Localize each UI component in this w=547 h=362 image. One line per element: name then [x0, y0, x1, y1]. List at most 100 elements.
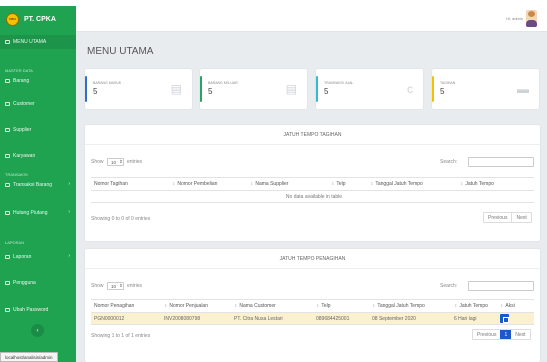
sidebar-item-label: Hutang Piutang: [13, 210, 48, 216]
user-name: Hi, admin: [506, 16, 523, 21]
panel-jatuh-tempo-penagihan: JATUH TEMPO PENAGIHAN Show 10 ⇕ entries S…: [85, 249, 540, 362]
chevron-right-icon: ›: [68, 209, 70, 215]
truck-icon: [5, 128, 10, 132]
archive-icon: ▤: [285, 82, 297, 96]
table-header-row: Nomor Penagihan ⇕ Nomor Penjualan ⇕ Nama C…: [91, 299, 534, 313]
col-tanggal-jatuh-tempo[interactable]: ⇕ Tanggal Jatuh Tempo: [369, 299, 451, 313]
sidebar-section-master: MASTER DATA: [5, 68, 33, 73]
home-icon: [5, 40, 10, 44]
col-jatuh-tempo[interactable]: ⇕ Jatuh Tempo: [451, 299, 497, 313]
search-input[interactable]: [468, 281, 534, 291]
next-page-button[interactable]: Next: [511, 330, 529, 339]
cell-nomor-penagihan: PGN0000012: [91, 312, 161, 325]
card-barang-keluar: BARANG KELUAR 5 ▤: [200, 69, 307, 109]
sidebar-item-hutang-piutang[interactable]: Hutang Piutang ›: [0, 206, 76, 220]
entries-select[interactable]: 10 ⇕: [107, 158, 124, 166]
edit-icon[interactable]: [500, 314, 509, 323]
chevron-left-icon: ‹: [36, 327, 39, 334]
sidebar-item-pengguna[interactable]: Pengguna: [0, 276, 76, 290]
sidebar-section-laporan: LAPORAN: [5, 240, 25, 245]
col-nomor-penagihan[interactable]: Nomor Penagihan: [91, 299, 161, 313]
table-info: Showing 1 to 1 of 1 entries: [91, 333, 151, 339]
archive-icon: ▤: [170, 82, 182, 96]
col-nama-supplier[interactable]: ⇕ Nama Supplier: [247, 177, 328, 191]
sidebar-item-customer[interactable]: Customer: [0, 97, 76, 111]
sort-icon: ⇕: [250, 181, 254, 186]
sidebar-item-supplier[interactable]: Supplier: [0, 123, 76, 137]
card-value: 5: [440, 87, 445, 96]
chevron-down-icon: ⇕: [119, 159, 123, 164]
penagihan-table: Nomor Penagihan ⇕ Nomor Penjualan ⇕ Nama C…: [91, 299, 534, 325]
brand-logo: CPKA: [6, 12, 19, 26]
avatar[interactable]: [526, 10, 537, 27]
brand[interactable]: CPKA PT. CPKA: [0, 6, 76, 32]
card-label: BARANG KELUAR: [208, 81, 238, 85]
card-value: 5: [93, 87, 98, 96]
entries-label: entries: [127, 159, 143, 165]
sidebar-item-label: Karyawan: [13, 153, 36, 159]
sidebar-toggle-button[interactable]: ‹: [31, 324, 44, 337]
col-telp[interactable]: ⇕ Telp: [313, 299, 369, 313]
sort-icon: ⇕: [234, 303, 238, 308]
col-aksi[interactable]: ⇕ Aksi: [497, 299, 534, 313]
show-label: Show: [91, 159, 104, 165]
sidebar-item-label: Barang: [13, 78, 30, 84]
cell-nomor-penjualan: INV2008080798: [161, 312, 231, 325]
sidebar-item-transaksi-barang[interactable]: Transaksi Barang ›: [0, 178, 76, 192]
page-1-button[interactable]: 1: [500, 330, 512, 339]
money-icon: [5, 211, 10, 215]
sort-icon: ⇕: [370, 181, 374, 186]
sidebar-item-label: Transaksi Barang: [13, 182, 52, 188]
col-tanggal-jatuh-tempo[interactable]: ⇕ Tanggal Jatuh Tempo: [367, 177, 457, 191]
sidebar-item-label: Laporan: [13, 254, 32, 260]
table-header-row: Nomor Tagihan ⇕ Nomor Pembelian ⇕ Nama Sup…: [91, 177, 534, 191]
cell-tanggal-jatuh-tempo: 08 September 2020: [369, 312, 451, 325]
sort-icon: ⇕: [316, 303, 320, 308]
col-nomor-penjualan[interactable]: ⇕ Nomor Penjualan: [161, 299, 231, 313]
panel-jatuh-tempo-tagihan: JATUH TEMPO TAGIHAN Show 10 ⇕ entries Sea…: [85, 125, 540, 241]
col-jatuh-tempo[interactable]: ⇕ Jatuh Tempo: [457, 177, 534, 191]
prev-page-button[interactable]: Previous: [484, 213, 511, 222]
card-accent: [432, 76, 434, 102]
pagination: Previous 1 Next: [472, 329, 531, 340]
money-icon: ▬: [517, 82, 529, 96]
sidebar-item-barang[interactable]: Barang: [0, 74, 76, 88]
col-nomor-pembelian[interactable]: ⇕ Nomor Pembelian: [169, 177, 247, 191]
table-row: No data available in table: [91, 190, 534, 203]
prev-page-button[interactable]: Previous: [473, 330, 500, 339]
sidebar-item-laporan[interactable]: Laporan ›: [0, 250, 76, 264]
pagination: Previous Next: [483, 212, 532, 223]
col-nama-customer[interactable]: ⇕ Nama Customer: [231, 299, 313, 313]
next-page-button[interactable]: Next: [511, 213, 530, 222]
card-transaksi-jual: TRANSAKSI JUAL 5 ϲ: [316, 69, 423, 109]
sidebar-item-label: Supplier: [13, 127, 32, 133]
search-label: Search:: [440, 159, 458, 165]
cart-icon: ϲ: [407, 82, 413, 96]
sidebar-item-menu-utama[interactable]: MENU UTAMA: [0, 35, 76, 49]
sidebar-item-label: Customer: [13, 101, 35, 107]
tagihan-table: Nomor Tagihan ⇕ Nomor Pembelian ⇕ Nama Sup…: [91, 177, 534, 203]
box-icon: [5, 79, 10, 83]
card-accent: [200, 76, 202, 102]
search-input[interactable]: [468, 157, 534, 167]
sidebar-item-karyawan[interactable]: Karyawan: [0, 149, 76, 163]
table-row[interactable]: PGN0000012 INV2008080798 PT. Citra Nusa …: [91, 312, 534, 325]
user-menu[interactable]: Hi, admin: [506, 10, 537, 27]
card-value: 5: [208, 87, 213, 96]
entries-select[interactable]: 10 ⇕: [107, 282, 124, 290]
col-nomor-tagihan[interactable]: Nomor Tagihan: [91, 177, 169, 191]
sort-icon: ⇕: [500, 303, 504, 308]
users-icon: [5, 102, 10, 106]
brand-logo-text: CPKA: [8, 17, 17, 21]
card-value: 5: [324, 87, 329, 96]
card-label: BARANG MASUK: [93, 81, 122, 85]
key-icon: [5, 308, 10, 312]
entries-label: entries: [127, 283, 143, 289]
col-telp[interactable]: ⇕ Telp: [328, 177, 367, 191]
table-info: Showing 0 to 0 of 0 entries: [91, 216, 151, 222]
sidebar-item-label: MENU UTAMA: [13, 39, 47, 45]
sort-icon: ⇕: [454, 303, 458, 308]
sidebar-item-ubah-password[interactable]: Ubah Password: [0, 303, 76, 317]
sidebar: MENU UTAMA MASTER DATA Barang Customer S…: [0, 32, 76, 362]
entries-value: 10: [111, 283, 117, 289]
